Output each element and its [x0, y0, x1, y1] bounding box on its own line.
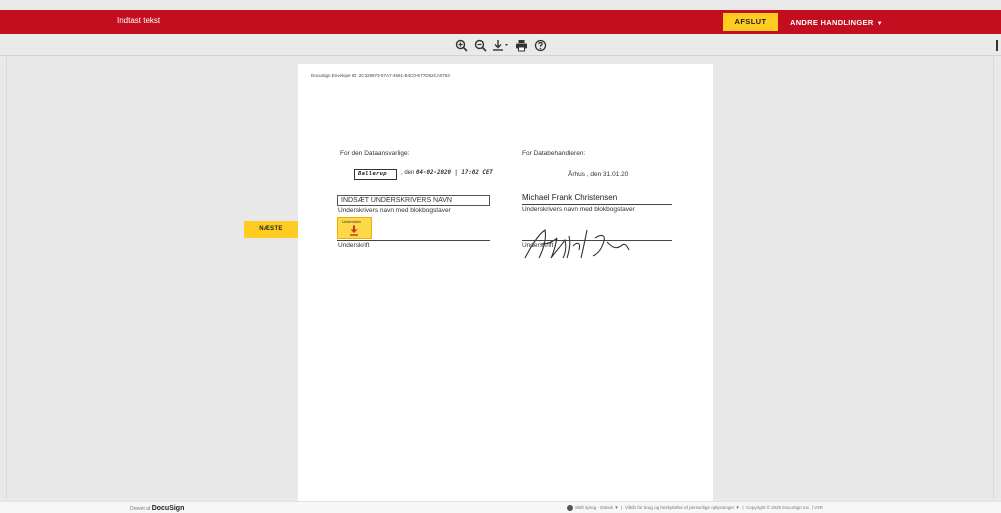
right-signature-line — [522, 240, 672, 241]
powered-prefix: Drevet af — [130, 506, 151, 512]
right-name-caption: Underskrivers navn med blokbogstaver — [522, 206, 635, 213]
copyright-text: Copyright © 2020 DocuSign Inc. | V2R — [746, 505, 823, 511]
other-actions-menu[interactable]: ANDRE HANDLINGER ▼ — [790, 18, 883, 27]
envelope-id: DocuSign Envelope ID: 2C328973-57A7-4561… — [311, 73, 450, 78]
next-button[interactable]: NÆSTE — [244, 221, 298, 238]
language-selector[interactable]: Skift sprog - Dansk — [575, 505, 613, 510]
help-icon[interactable] — [534, 39, 547, 52]
finish-button[interactable]: AFSLUT — [723, 13, 778, 31]
powered-by: Drevet af DocuSign — [130, 505, 184, 512]
terms-caret-icon: ▼ — [735, 505, 740, 511]
left-signature-caption: Underskrift — [338, 242, 370, 249]
chevron-down-icon: ▼ — [876, 21, 883, 27]
terms-link[interactable]: Vilkår for brug og beskyttelse af person… — [625, 505, 734, 510]
date-value: 04-02-2020 | 17:02 CET — [416, 170, 493, 176]
city-field[interactable]: Ballerup — [354, 169, 397, 180]
right-name-line — [522, 204, 672, 205]
sign-here-label: Underskriv — [342, 219, 362, 224]
right-signature-caption: Underskrift — [522, 242, 554, 249]
panel-handle[interactable] — [996, 40, 998, 51]
globe-icon — [567, 505, 573, 511]
docusign-logo: DocuSign — [151, 505, 185, 512]
zoom-out-icon[interactable] — [474, 39, 487, 52]
other-actions-label: ANDRE HANDLINGER — [790, 18, 874, 27]
document-toolbar — [0, 34, 1001, 56]
docusign-signing-app: Indtast tekst AFSLUT ANDRE HANDLINGER▼ — [0, 0, 1001, 513]
zoom-in-icon[interactable] — [455, 39, 468, 52]
right-signer-name: Michael Frank Christensen — [522, 193, 618, 202]
arrow-down-icon — [350, 225, 358, 236]
footer-bar: Drevet af DocuSign Skift sprog - Dansk ▼… — [0, 501, 1001, 513]
download-icon[interactable] — [492, 39, 509, 52]
header-title: Indtast tekst — [117, 16, 161, 25]
language-caret-icon: ▼ — [614, 505, 619, 511]
date-prefix: , den — [401, 170, 415, 176]
left-signature-line — [337, 240, 490, 241]
print-icon[interactable] — [515, 39, 528, 52]
footer-links: Skift sprog - Dansk ▼ | Vilkår for brug … — [567, 505, 823, 511]
right-place-date: Århus , den 31.01.20 — [568, 171, 629, 178]
left-heading: For den Dataansvarlige: — [340, 150, 410, 157]
left-date: , den 04-02-2020 | 17:02 CET — [401, 170, 493, 176]
left-name-caption: Underskrivers navn med blokbogstaver — [338, 207, 451, 214]
right-heading: For Databehandleren: — [522, 150, 586, 157]
sign-here-tag[interactable]: Underskriv — [337, 217, 372, 239]
document-page: DocuSign Envelope ID: 2C328973-57A7-4561… — [298, 64, 713, 501]
signer-name-field[interactable]: INDSÆT UNDERSKRIVERS NAVN — [337, 195, 490, 206]
